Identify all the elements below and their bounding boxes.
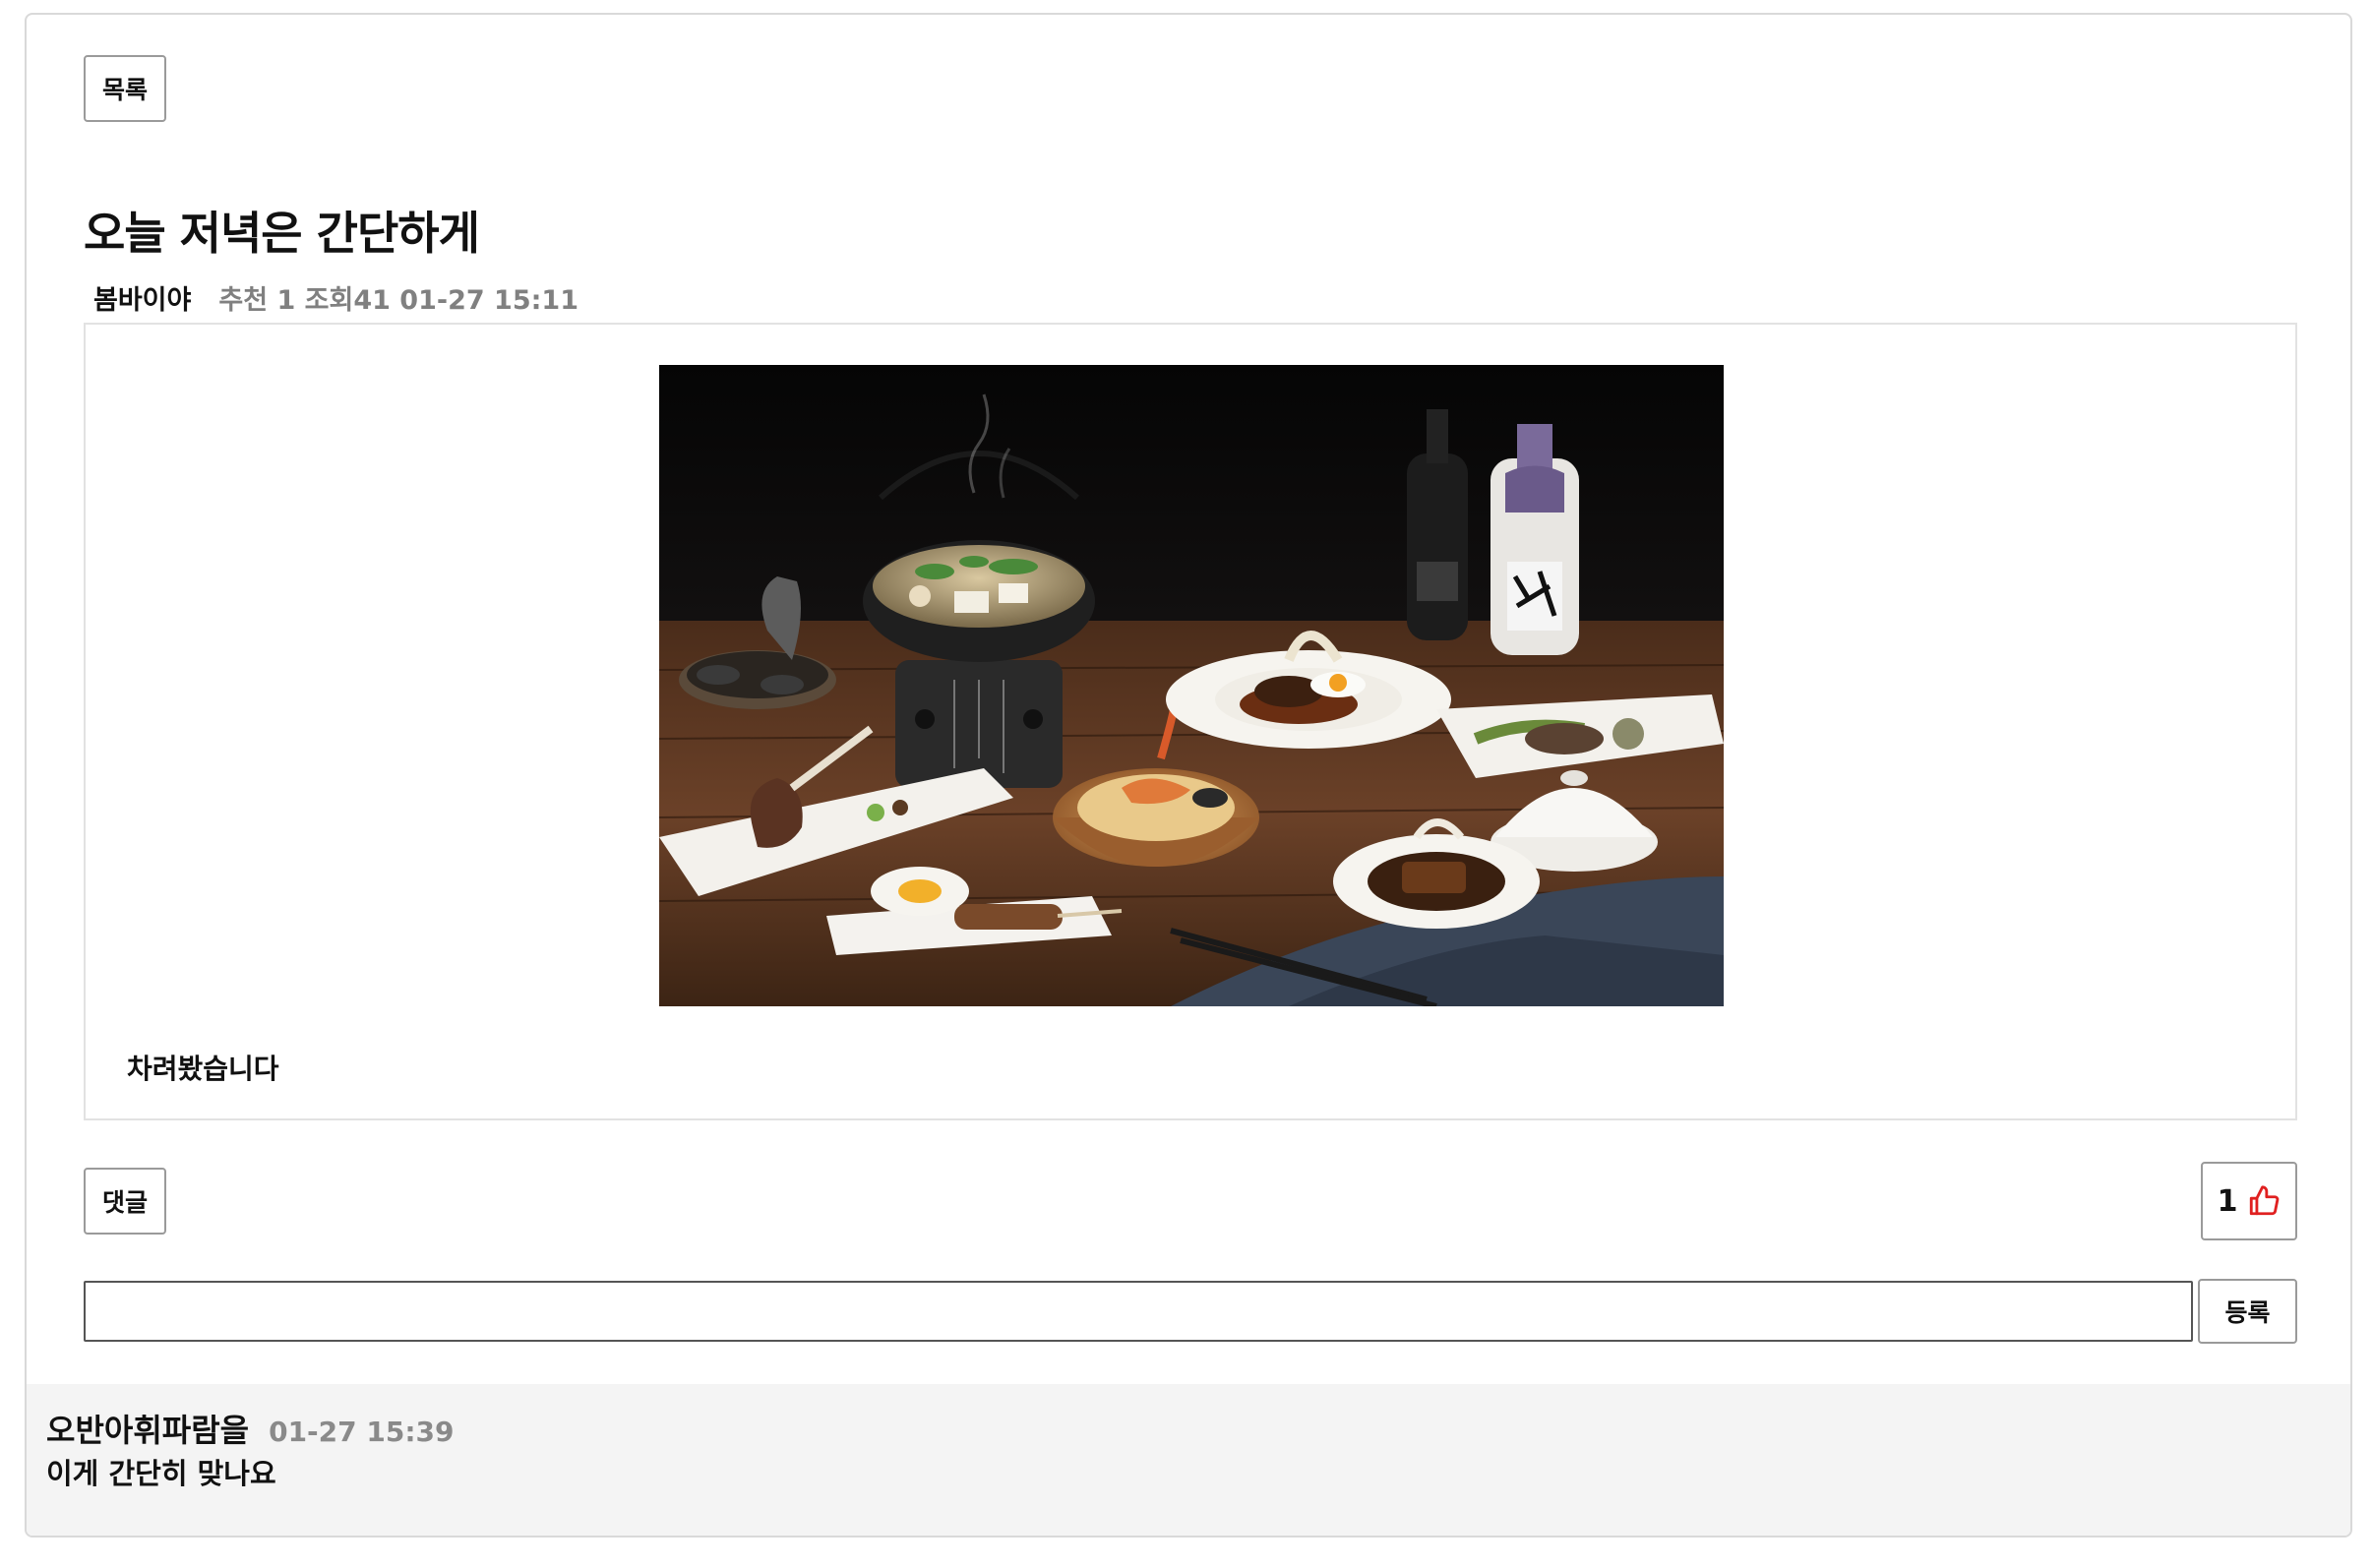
comment-author[interactable]: 오반아휘파람을 [46,1406,249,1451]
post-card: 목록 오늘 저녁은 간단하게 봄바이야 추천 1 조회41 01-27 15:1… [25,13,2352,1538]
comment-header: 오반아휘파람을 01-27 15:39 [46,1406,455,1451]
comment-timestamp: 01-27 15:39 [269,1416,455,1448]
post-author[interactable]: 봄바이야 [93,278,191,317]
post-stats: 추천 1 조회41 01-27 15:11 [218,285,578,316]
comment-list: 오반아휘파람을 01-27 15:39 이게 간단히 맞나요 [27,1384,2350,1536]
comment-button[interactable]: 댓글 [84,1168,166,1235]
post-body: 차려봤습니다 [127,1053,279,1085]
comment-input[interactable] [84,1281,2193,1342]
submit-comment-button[interactable]: 등록 [2198,1279,2297,1344]
post-content: 차려봤습니다 [84,323,2297,1120]
like-count: 1 [2217,1183,2238,1219]
post-title: 오늘 저녁은 간단하게 [84,207,480,260]
list-button[interactable]: 목록 [84,55,166,122]
post-meta: 봄바이야 추천 1 조회41 01-27 15:11 [93,278,578,317]
thumbs-up-icon [2250,1185,2280,1216]
post-image [659,365,1724,1006]
like-button[interactable]: 1 [2201,1162,2297,1240]
comment-text: 이게 간단히 맞나요 [46,1457,276,1490]
